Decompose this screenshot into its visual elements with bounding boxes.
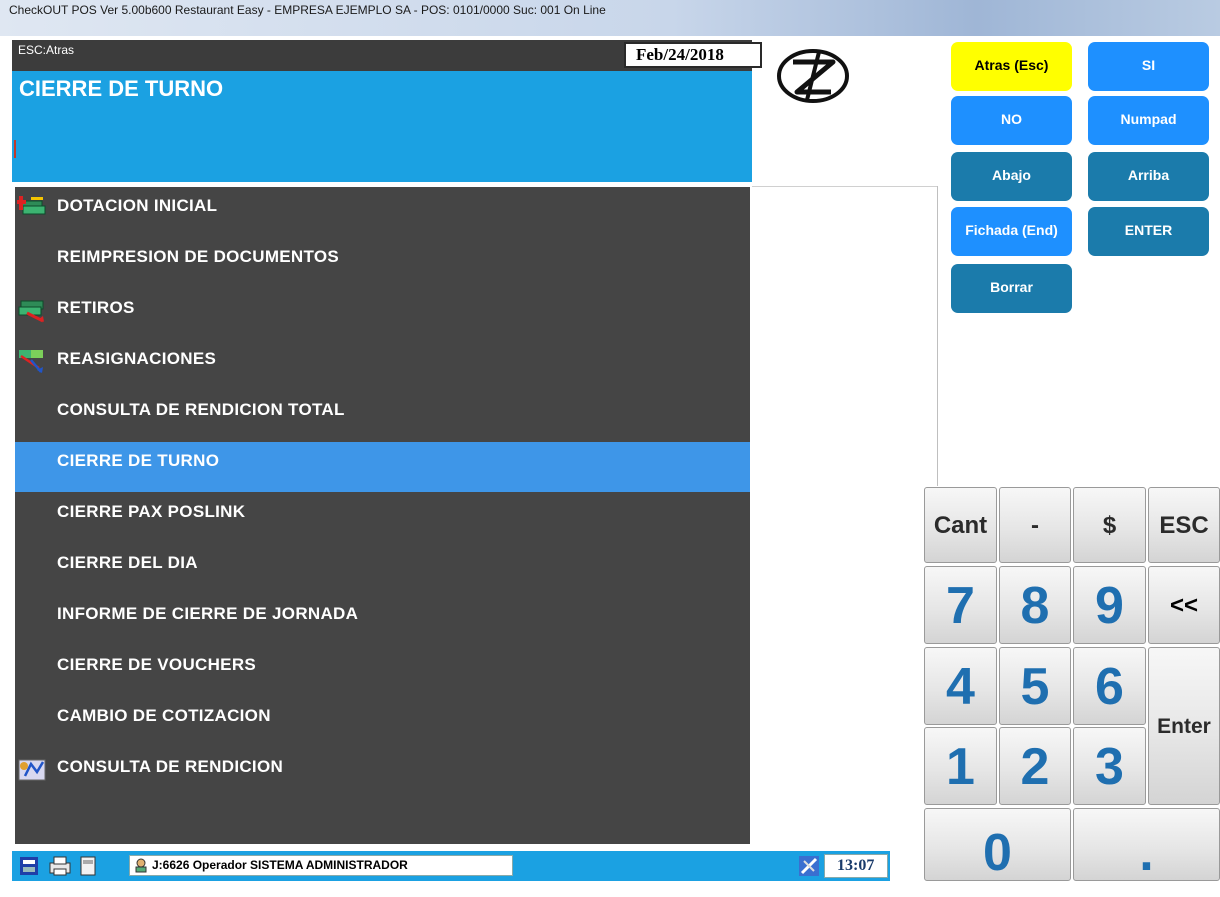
operator-text: J:6626 Operador SISTEMA ADMINISTRADOR: [152, 858, 408, 872]
menu-item-cierre-pax-poslink[interactable]: CIERRE PAX POSLINK: [15, 493, 750, 543]
keypad-dollar[interactable]: $: [1073, 487, 1146, 563]
window-title: CheckOUT POS Ver 5.00b600 Restaurant Eas…: [9, 3, 606, 17]
menu-item-consulta-rendicion-total[interactable]: CONSULTA DE RENDICION TOTAL: [15, 391, 750, 441]
menu-item-consulta-rendicion[interactable]: CONSULTA DE RENDICION: [15, 748, 750, 798]
window-title-bar: CheckOUT POS Ver 5.00b600 Restaurant Eas…: [0, 0, 1220, 36]
keypad-backspace[interactable]: <<: [1148, 566, 1220, 644]
up-button[interactable]: Arriba: [1088, 152, 1209, 201]
keypad-3[interactable]: 3: [1073, 727, 1146, 805]
keypad-1[interactable]: 1: [924, 727, 997, 805]
keypad-8[interactable]: 8: [999, 566, 1071, 644]
menu-item-label: INFORME DE CIERRE DE JORNADA: [57, 604, 359, 623]
text-cursor: [14, 140, 16, 158]
menu-item-dotacion-inicial[interactable]: DOTACION INICIAL: [15, 187, 750, 237]
enter-action-button[interactable]: ENTER: [1088, 207, 1209, 256]
keypad-2[interactable]: 2: [999, 727, 1071, 805]
cash-withdraw-icon: [17, 295, 47, 323]
menu-item-cierre-turno[interactable]: CIERRE DE TURNO: [15, 442, 750, 492]
status-bar: J:6626 Operador SISTEMA ADMINISTRADOR 13…: [12, 851, 890, 881]
reassign-icon: [17, 346, 47, 374]
menu-item-label: REASIGNACIONES: [57, 349, 217, 368]
numpad-button[interactable]: Numpad: [1088, 96, 1209, 145]
header-panel: ESC:Atras Feb/24/2018 CIERRE DE TURNO: [12, 40, 762, 182]
menu-item-cierre-del-dia[interactable]: CIERRE DEL DIA: [15, 544, 750, 594]
yes-button[interactable]: SI: [1088, 42, 1209, 91]
register-icon[interactable]: [78, 855, 98, 882]
menu-item-label: CAMBIO DE COTIZACION: [57, 706, 271, 725]
date-display: Feb/24/2018: [624, 42, 762, 68]
no-button[interactable]: NO: [951, 96, 1072, 145]
keypad-enter[interactable]: Enter: [1148, 647, 1220, 805]
menu-list: DOTACION INICIAL REIMPRESION DE DOCUMENT…: [15, 187, 750, 844]
menu-item-cambio-cotizacion[interactable]: CAMBIO DE COTIZACION: [15, 697, 750, 747]
menu-item-label: DOTACION INICIAL: [57, 196, 218, 215]
keypad-dot[interactable]: .: [1073, 808, 1220, 882]
keypad-6[interactable]: 6: [1073, 647, 1146, 725]
menu-item-label: REIMPRESION DE DOCUMENTOS: [57, 247, 340, 266]
company-logo: [767, 40, 935, 113]
page-title: CIERRE DE TURNO: [19, 76, 224, 101]
down-button[interactable]: Abajo: [951, 152, 1072, 201]
menu-item-reasignaciones[interactable]: REASIGNACIONES: [15, 340, 750, 390]
keypad-9[interactable]: 9: [1073, 566, 1146, 644]
menu-item-label: CONSULTA DE RENDICION TOTAL: [57, 400, 345, 419]
keypad-4[interactable]: 4: [924, 647, 997, 725]
menu-item-retiros[interactable]: RETIROS: [15, 289, 750, 339]
menu-item-informe-cierre-jornada[interactable]: INFORME DE CIERRE DE JORNADA: [15, 595, 750, 645]
divider-horizontal: [752, 186, 938, 187]
keypad-0[interactable]: 0: [924, 808, 1071, 882]
keypad-esc[interactable]: ESC: [1148, 487, 1220, 563]
esc-hint: ESC:Atras: [18, 43, 75, 57]
menu-item-label: CIERRE DEL DIA: [57, 553, 198, 572]
keypad-cant[interactable]: Cant: [924, 487, 997, 563]
clock-icon: [798, 855, 820, 882]
cash-stack-icon: [17, 193, 47, 221]
menu-item-label: CONSULTA DE RENDICION: [57, 757, 284, 776]
menu-item-label: CIERRE PAX POSLINK: [57, 502, 246, 521]
menu-item-label: RETIROS: [57, 298, 135, 317]
back-button[interactable]: Atras (Esc): [951, 42, 1072, 91]
menu-item-label: CIERRE DE TURNO: [57, 451, 220, 470]
keypad-minus[interactable]: -: [999, 487, 1071, 563]
drawer-icon[interactable]: [18, 855, 40, 882]
keypad-5[interactable]: 5: [999, 647, 1071, 725]
menu-item-cierre-vouchers[interactable]: CIERRE DE VOUCHERS: [15, 646, 750, 696]
printer-icon[interactable]: [48, 855, 72, 882]
clock-in-button[interactable]: Fichada (End): [951, 207, 1072, 256]
clock-time: 13:07: [824, 854, 888, 878]
divider-vertical: [937, 186, 938, 486]
report-icon: [17, 754, 47, 782]
menu-item-label: CIERRE DE VOUCHERS: [57, 655, 257, 674]
operator-icon: [133, 857, 149, 879]
keypad-7[interactable]: 7: [924, 566, 997, 644]
delete-button[interactable]: Borrar: [951, 264, 1072, 313]
menu-item-reimpresion-documentos[interactable]: REIMPRESION DE DOCUMENTOS: [15, 238, 750, 288]
operator-field: J:6626 Operador SISTEMA ADMINISTRADOR: [129, 855, 513, 876]
